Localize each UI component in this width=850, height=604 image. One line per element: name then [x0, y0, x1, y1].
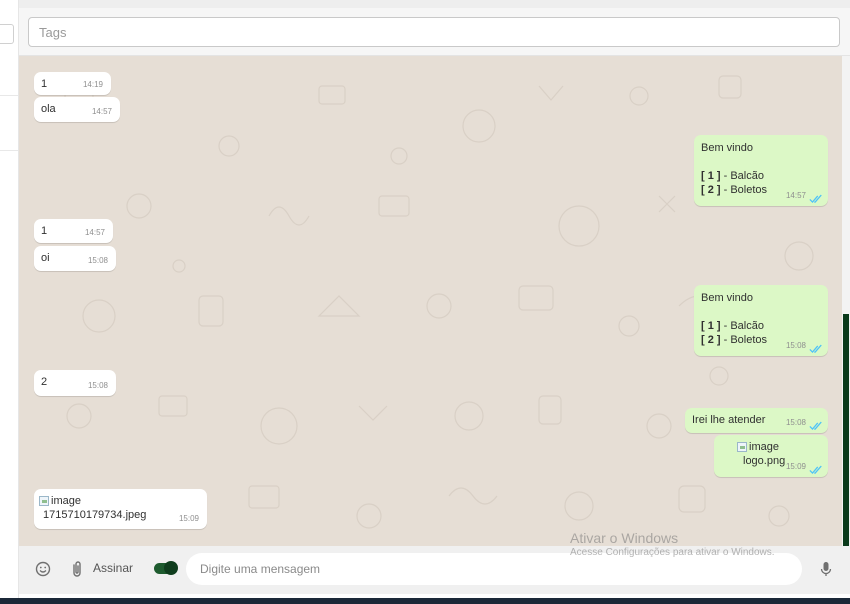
broken-image-icon [737, 442, 747, 452]
message-time: 14:57 [84, 228, 105, 237]
divider [0, 150, 18, 151]
chat-area: 1 14:19 ola 14:57 Bem vindo [ 1 ] - Balc… [19, 56, 842, 546]
option-label: - Balcão [720, 320, 764, 332]
message-text: Bem vindo [701, 142, 753, 154]
message-time: 14:57 [785, 191, 806, 200]
option-key: [ 2 ] [701, 184, 721, 196]
microphone-icon[interactable] [816, 559, 836, 579]
message-incoming: 1 14:57 [34, 219, 113, 243]
option-label: - Boletos [720, 184, 768, 196]
tags-input[interactable] [28, 17, 840, 47]
message-time: 14:19 [82, 80, 103, 89]
smiley-icon[interactable] [33, 559, 53, 579]
os-taskbar [0, 598, 850, 604]
chat-header [19, 0, 850, 56]
option-key: [ 2 ] [701, 334, 721, 346]
sign-toggle[interactable] [154, 561, 178, 575]
message-incoming-image[interactable]: image 1715710179734.jpeg 15:09 [34, 489, 207, 529]
message-time: 15:09 [785, 462, 806, 471]
message-incoming: 1 14:19 [34, 72, 111, 95]
message-text: Bem vindo [701, 292, 753, 304]
header-strip [19, 0, 850, 8]
divider [0, 95, 18, 96]
read-receipt-icon [809, 194, 822, 204]
read-receipt-icon [809, 465, 822, 475]
sign-label: Assinar [93, 561, 134, 575]
collapse-handle[interactable] [0, 24, 14, 44]
chat-scrollbar-thumb[interactable] [843, 314, 849, 546]
message-outgoing-image[interactable]: image logo.png 15:09 [714, 435, 828, 477]
message-outgoing: Bem vindo [ 1 ] - Balcão [ 2 ] - Boletos… [694, 285, 828, 356]
message-composer: Assinar [19, 546, 850, 594]
message-time: 15:08 [87, 381, 108, 390]
option-key: [ 1 ] [701, 170, 721, 182]
message-time: 14:57 [91, 107, 112, 116]
read-receipt-icon [809, 421, 822, 431]
broken-image-icon [39, 496, 49, 506]
paperclip-icon[interactable] [67, 559, 87, 579]
message-time: 15:08 [785, 418, 806, 427]
message-incoming: oi 15:08 [34, 246, 116, 271]
left-panel-edge [0, 0, 19, 598]
message-time: 15:08 [87, 256, 108, 265]
image-placeholder[interactable]: image [39, 494, 200, 508]
option-label: - Boletos [720, 334, 768, 346]
image-alt-text: image [749, 441, 779, 453]
image-alt-text: image [51, 495, 81, 507]
message-time: 15:08 [785, 341, 806, 350]
message-outgoing: Irei lhe atender 15:08 [685, 408, 828, 433]
message-incoming: 2 15:08 [34, 370, 116, 396]
option-label: - Balcão [720, 170, 764, 182]
image-filename: 1715710179734.jpeg [43, 509, 147, 521]
message-input[interactable] [186, 553, 802, 585]
message-outgoing: Bem vindo [ 1 ] - Balcão [ 2 ] - Boletos… [694, 135, 828, 206]
image-placeholder[interactable]: image [737, 440, 821, 454]
message-time: 15:09 [178, 514, 199, 523]
read-receipt-icon [809, 344, 822, 354]
message-incoming: ola 14:57 [34, 97, 120, 122]
option-key: [ 1 ] [701, 320, 721, 332]
